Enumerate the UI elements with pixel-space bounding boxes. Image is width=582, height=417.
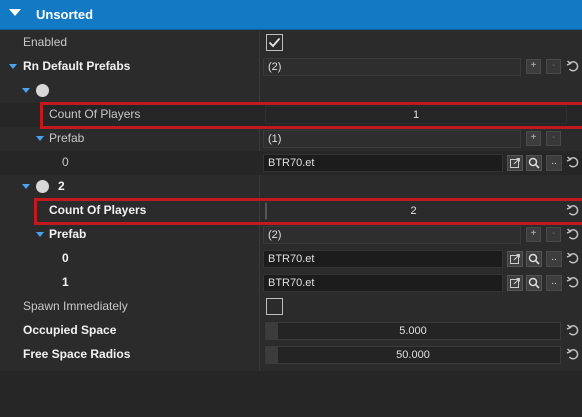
reset-icon[interactable]	[566, 250, 580, 266]
free-space-radios-input[interactable]: 50.000	[265, 346, 561, 364]
reset-icon[interactable]	[566, 58, 580, 74]
row-rn-default-prefabs: Rn Default Prefabs (2) + -	[0, 55, 582, 79]
expand-arrow-icon[interactable]	[22, 184, 30, 189]
row-free-space-radios: Free Space Radios 50.000	[0, 343, 582, 367]
row-count-of-players-2: Count Of Players 2	[0, 199, 582, 223]
label-spawn-immediately: Spawn Immediately	[23, 299, 128, 313]
checkmark-icon	[268, 37, 281, 48]
row-prefab-item-0	[0, 79, 582, 103]
row-prefab-1: Prefab (1) + -	[0, 127, 582, 151]
reset-icon[interactable]	[566, 322, 580, 338]
item-circle-icon	[36, 84, 49, 97]
row-prefab-entry-0: 0 BTR70.et ..	[0, 151, 582, 175]
browse-button[interactable]: ..	[546, 155, 562, 171]
label-count-of-players: Count Of Players	[49, 203, 147, 217]
item-circle-icon	[36, 180, 49, 193]
search-icon[interactable]	[526, 155, 542, 171]
reset-icon[interactable]	[566, 226, 580, 242]
label-rn-default-prefabs: Rn Default Prefabs	[23, 59, 131, 73]
count-of-players-input[interactable]: 2	[265, 202, 561, 220]
prefab-array-field[interactable]: (2)	[263, 226, 521, 244]
reset-icon[interactable]	[566, 154, 580, 170]
expand-arrow-icon[interactable]	[36, 232, 44, 237]
resource-path-field[interactable]: BTR70.et	[263, 154, 503, 172]
empty-panel-area	[0, 371, 582, 417]
spawn-immediately-checkbox[interactable]	[266, 298, 283, 315]
resource-path-field[interactable]: BTR70.et	[263, 250, 503, 268]
label-free-space-radios: Free Space Radios	[23, 347, 131, 361]
label-index-0: 0	[62, 251, 69, 265]
occupied-space-input[interactable]: 5.000	[265, 322, 561, 340]
collapse-arrow-icon[interactable]	[9, 9, 21, 16]
browse-button[interactable]: ..	[546, 275, 562, 291]
label-prefab: Prefab	[49, 131, 85, 145]
section-title: Unsorted	[36, 7, 94, 22]
reset-icon[interactable]	[566, 346, 580, 362]
label-index-0: 0	[62, 155, 69, 169]
prefabs-array-field[interactable]: (2)	[263, 58, 521, 76]
label-index-1: 1	[62, 275, 69, 289]
row-occupied-space: Occupied Space 5.000	[0, 319, 582, 343]
row-prefab-entry-1: 1 BTR70.et ..	[0, 271, 582, 295]
add-button[interactable]: +	[526, 131, 541, 146]
label-prefab: Prefab	[49, 227, 87, 241]
reset-icon[interactable]	[566, 202, 580, 218]
resource-path-field[interactable]: BTR70.et	[263, 274, 503, 292]
open-external-icon[interactable]	[507, 251, 523, 267]
row-prefab-item-2: 2	[0, 175, 582, 199]
row-spawn-immediately: Spawn Immediately	[0, 295, 582, 319]
count-of-players-input[interactable]: 1	[265, 106, 567, 124]
browse-button[interactable]: ..	[546, 251, 562, 267]
expand-arrow-icon[interactable]	[9, 64, 17, 69]
label-item-2: 2	[58, 179, 65, 193]
open-external-icon[interactable]	[507, 155, 523, 171]
search-icon[interactable]	[526, 275, 542, 291]
add-button[interactable]: +	[526, 59, 541, 74]
remove-button[interactable]: -	[546, 227, 561, 242]
row-enabled: Enabled	[0, 31, 582, 55]
label-enabled: Enabled	[23, 35, 68, 49]
row-prefab-entry-0: 0 BTR70.et ..	[0, 247, 582, 271]
label-count-of-players: Count Of Players	[49, 107, 141, 121]
expand-arrow-icon[interactable]	[36, 136, 44, 141]
search-icon[interactable]	[526, 251, 542, 267]
remove-button[interactable]: -	[546, 131, 561, 146]
row-count-of-players-1: Count Of Players 1	[0, 103, 582, 127]
prefab-array-field[interactable]: (1)	[263, 130, 521, 148]
add-button[interactable]: +	[526, 227, 541, 242]
expand-arrow-icon[interactable]	[22, 88, 30, 93]
section-header-unsorted[interactable]: Unsorted	[0, 0, 582, 30]
reset-icon[interactable]	[566, 274, 580, 290]
open-external-icon[interactable]	[507, 275, 523, 291]
label-occupied-space: Occupied Space	[23, 323, 117, 337]
enabled-checkbox[interactable]	[266, 34, 283, 51]
remove-button[interactable]: -	[546, 59, 561, 74]
row-prefab-2: Prefab (2) + -	[0, 223, 582, 247]
